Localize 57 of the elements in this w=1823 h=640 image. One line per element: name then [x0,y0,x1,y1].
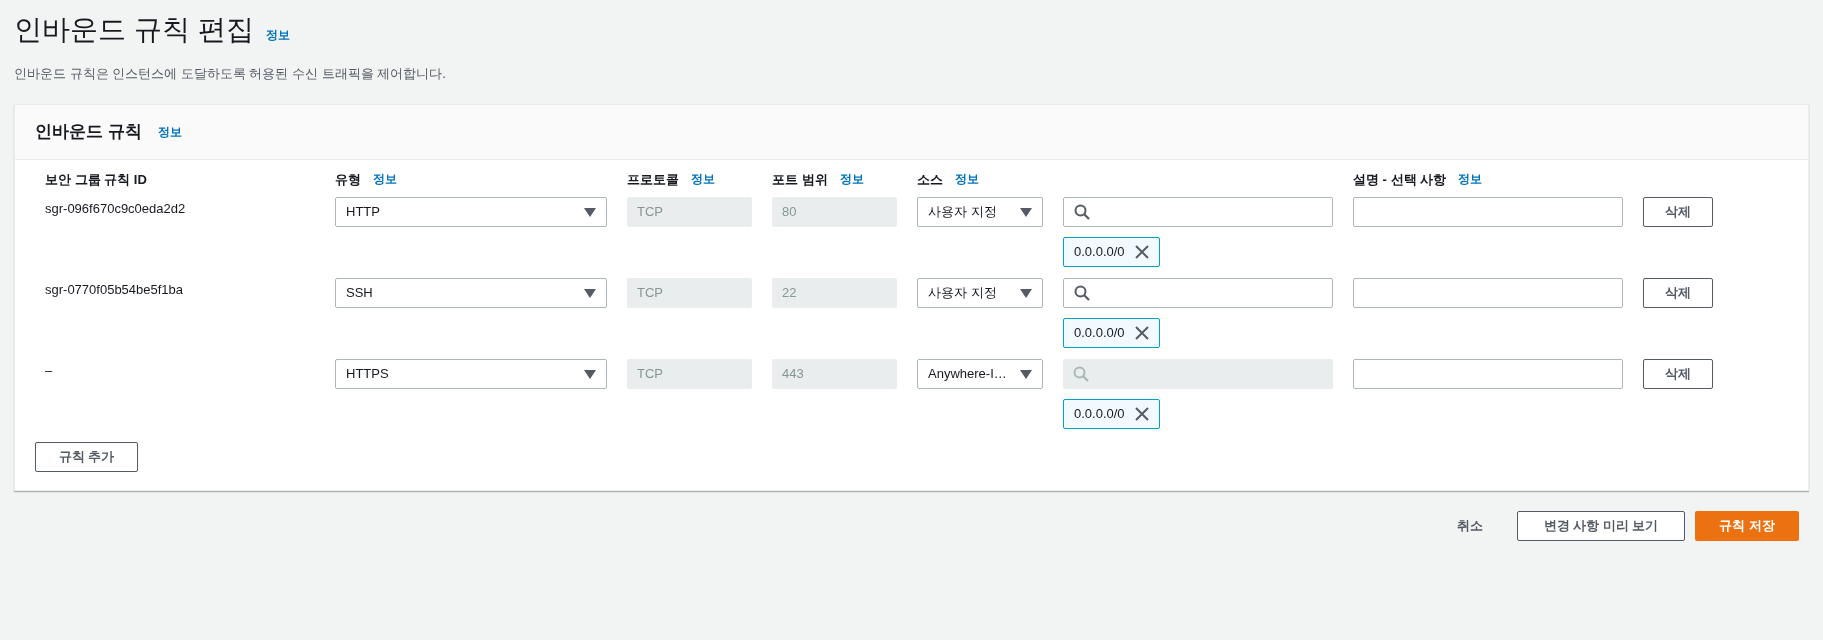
page-title: 인바운드 규칙 편집 [14,13,254,47]
column-header: 보안 그룹 규칙 ID [45,170,147,189]
preview-changes-button[interactable]: 변경 사항 미리 보기 [1517,511,1685,541]
type-dropdown[interactable]: HTTPS [335,359,607,389]
search-field[interactable] [1063,197,1333,227]
caret-icon [1020,369,1032,379]
add-rule-button[interactable]: 규칙 추가 [35,442,138,472]
delete-button[interactable]: 삭제 [1643,278,1713,308]
column-header: 프로토콜 [627,170,679,189]
search-field[interactable] [1063,278,1333,308]
close-icon[interactable] [1134,407,1149,421]
protocol-field: TCP [627,278,752,308]
caret-icon [584,288,596,298]
caret-icon [584,207,596,217]
column-header: 포트 범위 [772,170,828,189]
source-dropdown[interactable]: 사용자 지정 [917,278,1043,308]
info-link[interactable]: 정보 [265,26,290,44]
description-field[interactable] [1353,278,1623,308]
panel-title: 인바운드 규칙 [35,120,142,143]
info-link[interactable]: 정보 [1458,170,1483,189]
port-range-field: 22 [772,278,897,308]
column-header: 설명 - 선택 사항 [1353,170,1447,189]
source-dropdown[interactable]: Anywhere-I… [917,359,1043,389]
close-icon[interactable] [1134,245,1149,259]
info-link[interactable]: 정보 [373,170,397,189]
rule-id: sgr-096f670c9c0eda2d2 [45,200,187,218]
cidr-tag: 0.0.0.0/0 [1063,318,1160,348]
delete-button[interactable]: 삭제 [1643,359,1713,389]
type-dropdown[interactable]: SSH [335,278,607,308]
delete-button[interactable]: 삭제 [1643,197,1713,227]
caret-icon [584,369,596,379]
port-range-field: 80 [772,197,897,227]
cancel-link[interactable]: 취소 [1453,516,1487,536]
port-range-field: 443 [772,359,897,389]
search-icon [1074,204,1090,220]
source-dropdown[interactable]: 사용자 지정 [917,197,1043,227]
protocol-field: TCP [627,359,752,389]
search-icon [1073,366,1089,382]
description-field[interactable] [1353,359,1623,389]
search-icon [1074,285,1090,301]
info-link[interactable]: 정보 [157,122,182,141]
rule-id: – [45,362,54,380]
description-field[interactable] [1353,197,1623,227]
cidr-tag: 0.0.0.0/0 [1063,399,1160,429]
protocol-field: TCP [627,197,752,227]
caret-icon [1020,288,1032,298]
column-header: 소스 [917,170,943,189]
cidr-tag: 0.0.0.0/0 [1063,237,1160,267]
info-link[interactable]: 정보 [691,170,715,189]
info-link[interactable]: 정보 [839,170,864,189]
caret-icon [1020,207,1032,217]
info-link[interactable]: 정보 [955,170,979,189]
page-description: 인바운드 규칙은 인스턴스에 도달하도록 허용된 수신 트래픽을 제어합니다. [13,65,447,83]
rule-id: sgr-0770f05b54be5f1ba [45,281,185,299]
close-icon[interactable] [1134,326,1149,340]
column-header: 유형 [335,170,361,189]
type-dropdown[interactable]: HTTP [335,197,607,227]
